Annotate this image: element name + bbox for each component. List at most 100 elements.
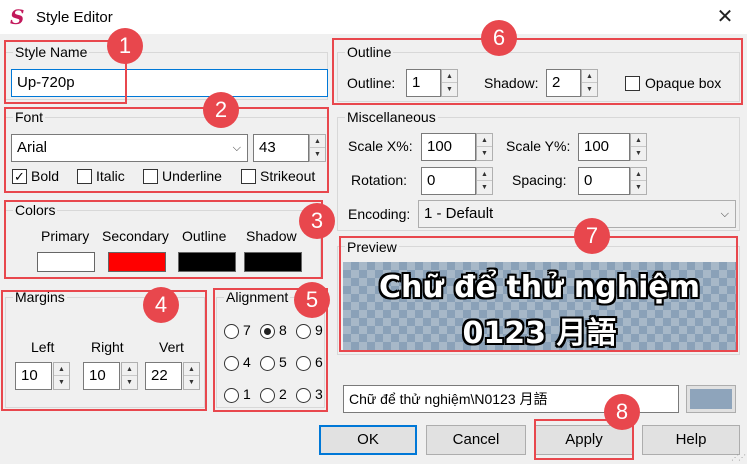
alignment-radio-1[interactable] xyxy=(224,388,239,403)
style-name-input[interactable]: Up-720p xyxy=(11,69,328,97)
primary-color-swatch[interactable] xyxy=(37,252,95,272)
window-title: Style Editor xyxy=(36,9,113,26)
annotation-badge-2: 2 xyxy=(203,92,239,128)
spin-down-icon[interactable]: ▼ xyxy=(184,376,199,389)
opaque-box-checkbox[interactable] xyxy=(625,76,640,91)
alignment-radio-label: 5 xyxy=(279,354,287,370)
spin-down-icon[interactable]: ▼ xyxy=(442,83,457,96)
annotation-badge-1: 1 xyxy=(107,28,143,64)
encoding-value: 1 - Default xyxy=(424,205,494,222)
rotation-input[interactable]: 0 xyxy=(421,167,476,195)
annotation-badge-3: 3 xyxy=(299,203,335,239)
margin-right-input[interactable]: 10 xyxy=(83,362,120,390)
strikeout-checkbox[interactable] xyxy=(241,169,256,184)
alignment-radio-label: 6 xyxy=(315,354,323,370)
shadow-width-input[interactable]: 2 xyxy=(546,69,581,97)
chevron-down-icon: ⌵ xyxy=(720,208,729,220)
alignment-label: Alignment xyxy=(224,289,291,305)
spin-down-icon[interactable]: ▼ xyxy=(582,83,597,96)
scale-y-label: Scale Y%: xyxy=(506,138,571,154)
preview-area: Chữ để thử nghiệm 0123 月語 xyxy=(343,262,736,350)
annotation-badge-6: 6 xyxy=(481,20,517,56)
spin-up-icon[interactable]: ▲ xyxy=(54,363,69,376)
spacing-spinner[interactable]: ▲ ▼ xyxy=(630,167,647,195)
app-icon: S xyxy=(10,5,25,29)
alignment-radio-4[interactable] xyxy=(224,356,239,371)
secondary-color-swatch[interactable] xyxy=(108,252,166,272)
alignment-radio-label: 7 xyxy=(243,322,251,338)
alignment-radio-8[interactable] xyxy=(260,324,275,339)
shadow-color-swatch[interactable] xyxy=(244,252,302,272)
spin-up-icon[interactable]: ▲ xyxy=(582,70,597,83)
spin-down-icon[interactable]: ▼ xyxy=(54,376,69,389)
opaque-box-label: Opaque box xyxy=(645,75,722,91)
outline-color-swatch[interactable] xyxy=(178,252,236,272)
miscellaneous-label: Miscellaneous xyxy=(345,109,438,125)
margin-left-input[interactable]: 10 xyxy=(15,362,52,390)
spacing-input[interactable]: 0 xyxy=(578,167,630,195)
font-family-select[interactable]: Arial ⌵ xyxy=(11,134,248,162)
margin-left-spinner[interactable]: ▲ ▼ xyxy=(53,362,70,390)
scale-y-spinner[interactable]: ▲ ▼ xyxy=(630,133,647,161)
close-button[interactable]: ✕ xyxy=(712,5,738,29)
spin-up-icon[interactable]: ▲ xyxy=(442,70,457,83)
spin-down-icon[interactable]: ▼ xyxy=(310,148,325,161)
alignment-radio-6[interactable] xyxy=(296,356,311,371)
margin-left-label: Left xyxy=(31,339,55,355)
margin-vert-label: Vert xyxy=(159,339,184,355)
preview-bg-color-button[interactable] xyxy=(686,385,736,413)
outline-width-input[interactable]: 1 xyxy=(406,69,441,97)
spin-up-icon[interactable]: ▲ xyxy=(631,168,646,181)
ok-button[interactable]: OK xyxy=(319,425,417,455)
alignment-radio-9[interactable] xyxy=(296,324,311,339)
spin-down-icon[interactable]: ▼ xyxy=(631,181,646,194)
scale-y-input[interactable]: 100 xyxy=(578,133,630,161)
spin-up-icon[interactable]: ▲ xyxy=(184,363,199,376)
underline-checkbox[interactable] xyxy=(143,169,158,184)
alignment-radio-2[interactable] xyxy=(260,388,275,403)
cancel-button[interactable]: Cancel xyxy=(426,425,526,455)
margin-right-spinner[interactable]: ▲ ▼ xyxy=(121,362,138,390)
bold-label: Bold xyxy=(31,168,60,184)
scale-x-label: Scale X%: xyxy=(348,138,413,154)
scale-x-input[interactable]: 100 xyxy=(421,133,476,161)
shadow-width-label: Shadow: xyxy=(484,75,539,91)
spin-up-icon[interactable]: ▲ xyxy=(477,134,492,147)
alignment-radio-3[interactable] xyxy=(296,388,311,403)
font-size-spinner[interactable]: ▲ ▼ xyxy=(309,134,326,162)
italic-checkbox[interactable] xyxy=(77,169,92,184)
outline-width-label: Outline: xyxy=(347,75,396,91)
scale-x-spinner[interactable]: ▲ ▼ xyxy=(476,133,493,161)
alignment-radio-label: 4 xyxy=(243,354,251,370)
secondary-label: Secondary xyxy=(102,228,169,244)
spin-up-icon[interactable]: ▲ xyxy=(477,168,492,181)
spacing-label: Spacing: xyxy=(512,172,567,188)
primary-label: Primary xyxy=(41,228,90,244)
spin-up-icon[interactable]: ▲ xyxy=(122,363,137,376)
margin-right-label: Right xyxy=(91,339,124,355)
margin-vert-input[interactable]: 22 xyxy=(145,362,182,390)
resize-grip-icon[interactable]: ⋰⋰ xyxy=(731,453,746,462)
alignment-radio-5[interactable] xyxy=(260,356,275,371)
outline-width-spinner[interactable]: ▲ ▼ xyxy=(441,69,458,97)
encoding-label: Encoding: xyxy=(348,206,411,222)
alignment-radio-7[interactable] xyxy=(224,324,239,339)
font-size-input[interactable]: 43 xyxy=(253,134,309,162)
margin-vert-spinner[interactable]: ▲ ▼ xyxy=(183,362,200,390)
shadow-width-spinner[interactable]: ▲ ▼ xyxy=(581,69,598,97)
strikeout-label: Strikeout xyxy=(260,168,316,184)
annotation-badge-4: 4 xyxy=(143,287,179,323)
rotation-spinner[interactable]: ▲ ▼ xyxy=(476,167,493,195)
preview-label: Preview xyxy=(345,239,399,255)
spin-down-icon[interactable]: ▼ xyxy=(477,147,492,160)
rotation-label: Rotation: xyxy=(351,172,408,188)
help-button[interactable]: Help xyxy=(642,425,740,455)
bold-checkbox[interactable]: ✓ xyxy=(12,169,27,184)
spin-down-icon[interactable]: ▼ xyxy=(122,376,137,389)
italic-label: Italic xyxy=(96,168,125,184)
annotation-badge-5: 5 xyxy=(294,282,330,318)
spin-down-icon[interactable]: ▼ xyxy=(477,181,492,194)
spin-up-icon[interactable]: ▲ xyxy=(631,134,646,147)
spin-up-icon[interactable]: ▲ xyxy=(310,135,325,148)
spin-down-icon[interactable]: ▼ xyxy=(631,147,646,160)
